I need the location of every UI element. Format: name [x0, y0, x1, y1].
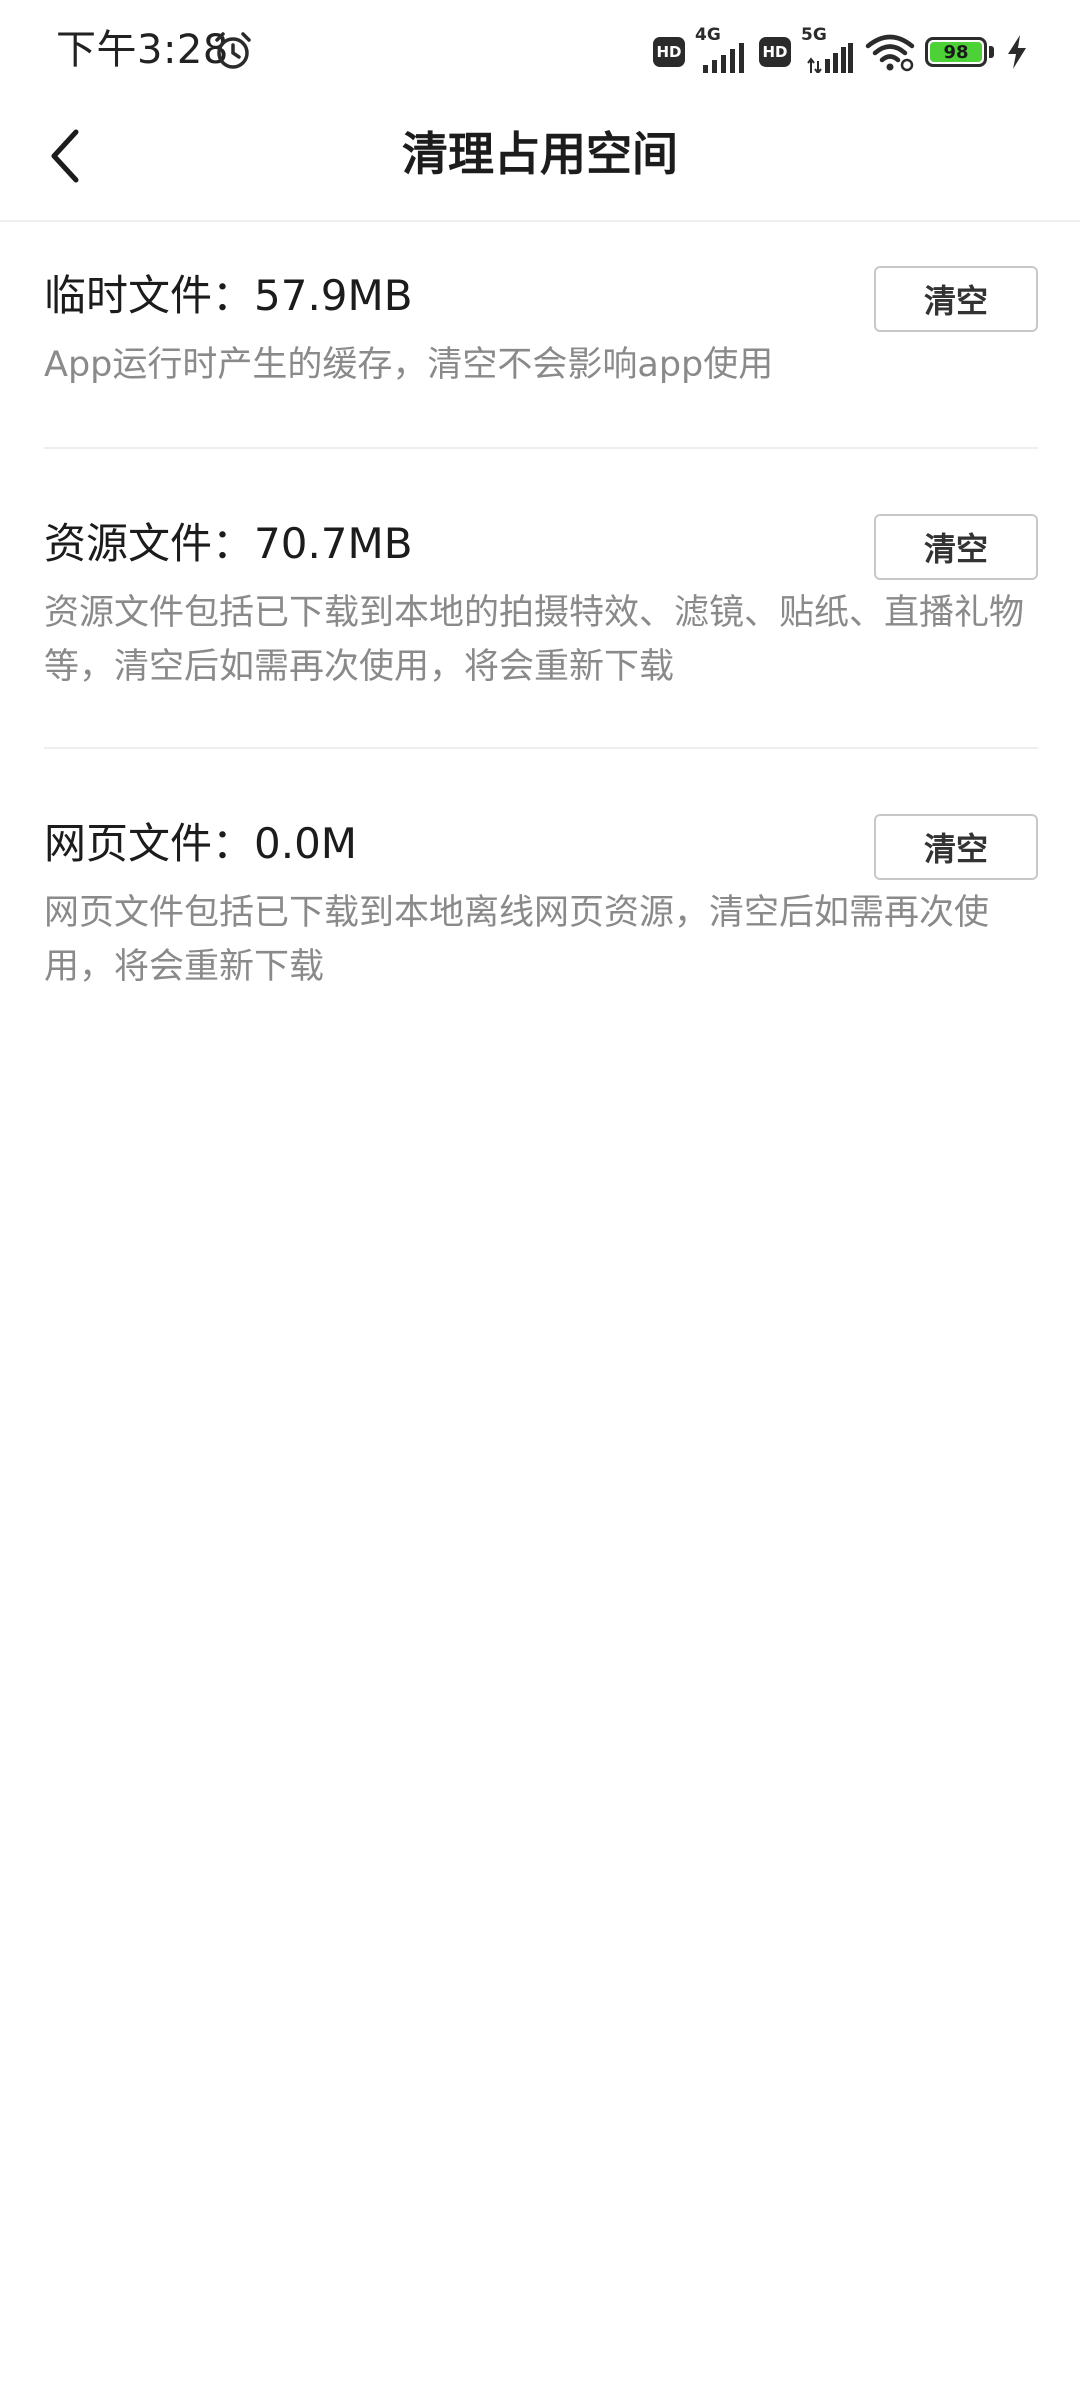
battery-tip	[989, 46, 994, 58]
signal-bars-icon	[807, 43, 853, 73]
battery-level: 98	[930, 42, 982, 63]
network-4g-label: 4G	[695, 25, 721, 45]
section-temp-files: 临时文件：57.9MB App运行时产生的缓存，清空不会影响app使用 清空	[44, 266, 1038, 406]
screen: 下午3:28 HD 4G HD 5G 98 清理占用空间 临时文件：57.9MB…	[0, 0, 1080, 2400]
section-title: 临时文件：57.9MB	[44, 271, 413, 320]
hd-badge-1: HD	[653, 37, 685, 67]
divider	[44, 747, 1038, 749]
section-description: 资源文件包括已下载到本地的拍摄特效、滤镜、贴纸、直播礼物等，清空后如需再次使用，…	[44, 593, 1025, 687]
section-resource-files: 资源文件：70.7MB 资源文件包括已下载到本地的拍摄特效、滤镜、贴纸、直播礼物…	[44, 514, 1038, 714]
clear-resource-files-button[interactable]: 清空	[874, 514, 1038, 580]
section-description: 网页文件包括已下载到本地离线网页资源，清空后如需再次使用，将会重新下载	[44, 893, 990, 987]
network-5g-label: 5G	[801, 25, 827, 45]
divider	[44, 447, 1038, 449]
page-title: 清理占用空间	[402, 127, 678, 181]
network-4g: 4G	[695, 25, 749, 75]
battery-icon: 98	[925, 37, 987, 67]
status-time: 下午3:28	[56, 27, 229, 73]
title-bar: 清理占用空间	[0, 100, 1080, 222]
alarm-clock-icon	[215, 32, 251, 69]
clear-temp-files-button[interactable]: 清空	[874, 266, 1038, 332]
section-web-files: 网页文件：0.0M 网页文件包括已下载到本地离线网页资源，清空后如需再次使用，将…	[44, 814, 1038, 1014]
network-5g: 5G	[801, 25, 855, 75]
section-description: App运行时产生的缓存，清空不会影响app使用	[44, 345, 774, 385]
section-title: 网页文件：0.0M	[44, 819, 358, 868]
charging-bolt-icon	[1008, 35, 1026, 69]
signal-bars-icon	[703, 43, 744, 73]
wifi-icon	[865, 34, 915, 72]
status-icons: HD 4G HD 5G 98	[643, 25, 1028, 76]
hd-badge-2: HD	[759, 37, 791, 67]
clear-web-files-button[interactable]: 清空	[874, 814, 1038, 880]
section-title: 资源文件：70.7MB	[44, 519, 413, 568]
status-bar: 下午3:28 HD 4G HD 5G 98	[0, 0, 1080, 100]
